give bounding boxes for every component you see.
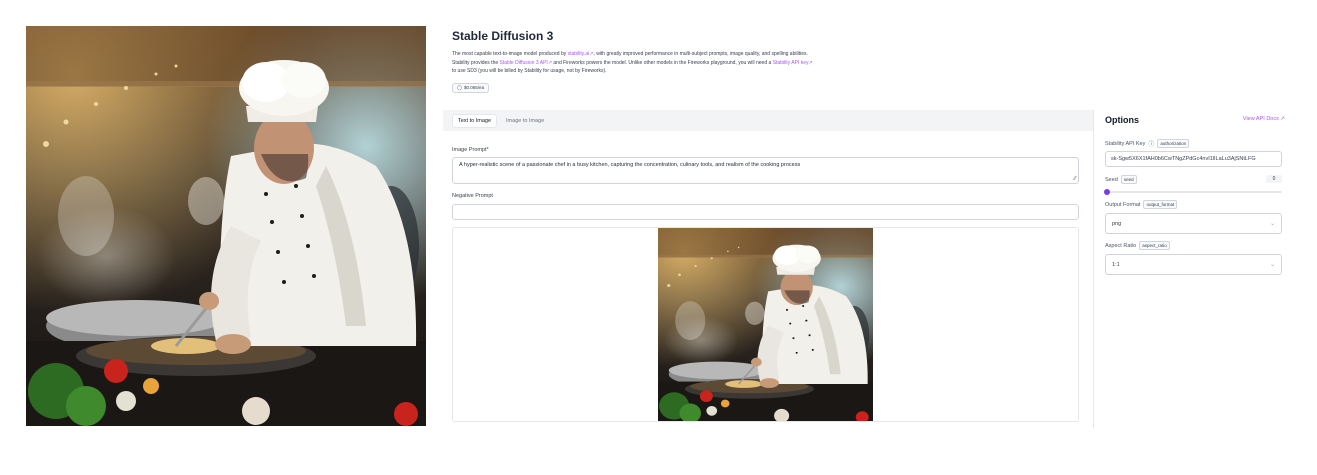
param-tag: authorization — [1157, 139, 1190, 148]
aspect-ratio-select[interactable]: 1:1 ⌄ — [1105, 254, 1282, 275]
options-panel: Options View API Docs ↗ Stability API Ke… — [1093, 110, 1291, 428]
info-icon[interactable]: ⓘ — [1148, 139, 1154, 148]
view-api-docs-link[interactable]: View API Docs ↗ — [1243, 116, 1285, 122]
chef-kitchen-image — [26, 26, 426, 426]
external-link-icon: ↗ — [1280, 116, 1285, 122]
param-tag: output_format — [1143, 200, 1178, 209]
mode-tabs: Text to Image Image to Image — [443, 110, 1093, 131]
playground-main: Text to Image Image to Image Image Promp… — [443, 110, 1093, 428]
output-format-select[interactable]: png ⌄ — [1105, 213, 1282, 234]
tab-text-to-image[interactable]: Text to Image — [452, 113, 498, 128]
seed-slider-thumb[interactable] — [1104, 189, 1110, 195]
seed-slider-track[interactable] — [1107, 191, 1282, 193]
output-format-label: Output Format output_format — [1105, 200, 1178, 209]
model-description: The most capable text-to-image model pro… — [452, 51, 813, 74]
aspect-ratio-label: Aspect Ratio aspect_ratio — [1105, 241, 1170, 250]
sd3-api-link[interactable]: Stable Diffusion 3 API — [500, 60, 548, 66]
chevron-down-icon: ⌄ — [1269, 262, 1275, 268]
options-title: Options — [1105, 115, 1139, 125]
image-prompt-label: Image Prompt* — [452, 147, 489, 153]
model-header: Stable Diffusion 3 The most capable text… — [452, 29, 1292, 94]
stability-api-key-link[interactable]: Stability API key — [773, 60, 809, 66]
result-panel — [452, 227, 1079, 422]
external-link-icon: ↗ — [808, 59, 813, 66]
seed-value-input[interactable]: 0 — [1266, 175, 1282, 183]
coin-icon: ◯ — [457, 84, 463, 90]
chevron-down-icon: ⌄ — [1269, 221, 1275, 227]
stability-link[interactable]: stability.ai — [568, 51, 590, 57]
price-badge: ◯ $0.065/ea — [452, 82, 490, 93]
param-tag: aspect_ratio — [1139, 241, 1170, 250]
image-prompt-textarea[interactable]: A hyper-realistic scene of a passionate … — [452, 157, 1079, 184]
chef-kitchen-image — [658, 228, 873, 422]
negative-prompt-label: Negative Prompt — [452, 193, 493, 199]
resize-handle-icon[interactable]: ∕∕ — [1074, 176, 1076, 182]
negative-prompt-input[interactable] — [452, 204, 1079, 220]
api-key-label: Stability API Key ⓘ authorization — [1105, 139, 1190, 148]
page-title: Stable Diffusion 3 — [452, 29, 554, 43]
generated-image-preview — [26, 26, 426, 426]
api-key-input[interactable]: sk-Sgw5X6X1fAH0b6CwTNgZPdGc4nvI1lILaLu3A… — [1105, 151, 1282, 167]
generated-image[interactable] — [658, 228, 873, 422]
param-tag: seed — [1120, 175, 1137, 184]
seed-label: Seed seed — [1105, 175, 1137, 184]
tab-image-to-image[interactable]: Image to Image — [501, 115, 549, 127]
